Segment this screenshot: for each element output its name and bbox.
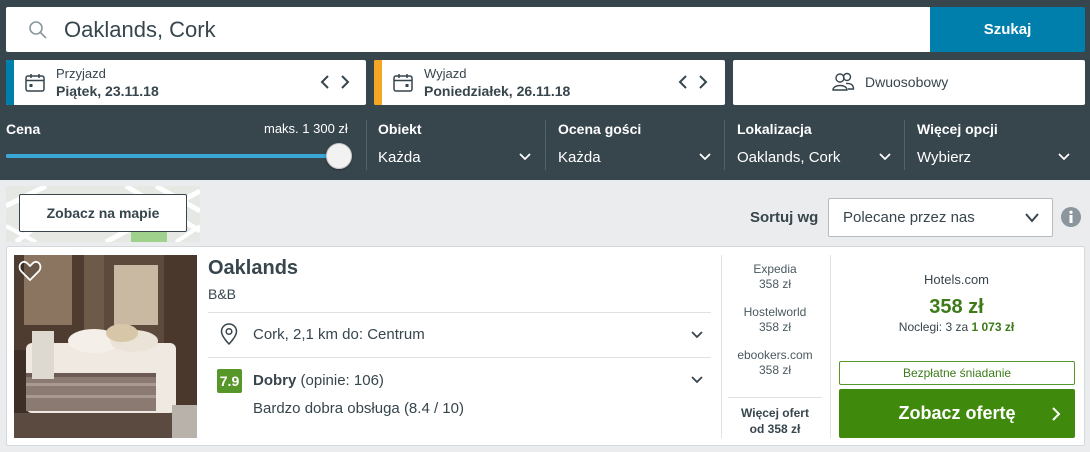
more-options-filter-value: Wybierz <box>917 149 972 166</box>
rating-word: Dobry <box>253 372 297 389</box>
checkin-accent-bar <box>6 60 14 105</box>
filter-divider <box>545 120 546 170</box>
more-offers-link[interactable]: Więcej ofert od 358 zł <box>724 405 826 437</box>
rating-score-badge: 7.9 <box>217 369 242 393</box>
price-max-label: maks. 1 300 zł <box>264 121 348 136</box>
deal-nights-total: 1 073 zł <box>971 320 1015 334</box>
deal-total-nights: Noclegi: 3 za 1 073 zł <box>838 320 1075 334</box>
partner-price: 358 zł <box>758 363 792 377</box>
search-value: Oaklands, Cork <box>64 17 216 42</box>
chevron-right-icon[interactable] <box>338 72 352 92</box>
location-filter-title: Lokalizacja <box>737 121 812 137</box>
chevron-right-icon <box>1052 407 1061 421</box>
property-filter[interactable]: Obiekt Każda <box>378 121 534 171</box>
more-options-filter-title: Więcej opcji <box>917 121 998 137</box>
chevron-down-icon[interactable] <box>690 375 704 385</box>
hotel-name[interactable]: Oaklands <box>208 257 298 280</box>
free-breakfast-badge: Bezpłatne śniadanie <box>839 361 1075 385</box>
calendar-icon <box>393 74 413 92</box>
checkout-value: Poniedziałek, 26.11.18 <box>424 83 571 99</box>
partner-offer[interactable]: Expedia 358 zł <box>724 262 826 291</box>
more-offers-label: Więcej ofert <box>741 406 809 420</box>
guest-rating-filter-value: Każda <box>558 149 601 166</box>
checkin-label: Przyjazd <box>56 66 106 81</box>
location-filter-value: Oaklands, Cork <box>737 149 841 166</box>
checkout-label: Wyjazd <box>424 66 467 81</box>
show-on-map-button[interactable]: Zobacz na mapie <box>19 194 187 232</box>
sort-select[interactable]: Polecane przez nas <box>828 198 1053 237</box>
chevron-down-icon <box>699 153 711 161</box>
partner-name: Expedia <box>753 262 797 276</box>
price-filter-title: Cena <box>6 121 41 137</box>
info-icon[interactable] <box>1060 206 1082 228</box>
location-pin-icon <box>220 323 238 345</box>
chevron-down-icon <box>519 153 531 161</box>
rating-highlight: Bardzo dobra obsługa (8.4 / 10) <box>253 400 464 417</box>
filter-divider <box>904 120 905 170</box>
column-divider <box>721 255 722 438</box>
price-slider-fill <box>6 154 336 158</box>
more-offers-price: od 358 zł <box>749 422 801 436</box>
guest-rating-filter[interactable]: Ocena gości Każda <box>558 121 714 171</box>
more-offers-divider <box>728 397 822 398</box>
rating-count: (opinie: 106) <box>300 372 384 389</box>
chevron-down-icon <box>1058 153 1070 161</box>
chevron-down-icon <box>1025 213 1039 223</box>
partner-offer[interactable]: ebookers.com 358 zł <box>724 348 826 377</box>
deal-site-name: Hotels.com <box>923 272 990 287</box>
chevron-left-icon[interactable] <box>676 72 690 92</box>
sort-select-value: Polecane przez nas <box>843 209 975 226</box>
location-filter[interactable]: Lokalizacja Oaklands, Cork <box>737 121 893 171</box>
partner-name: Hostelworld <box>743 305 807 319</box>
room-type-selector[interactable]: Dwuosobowy <box>733 60 1085 105</box>
checkin-date-field[interactable]: Przyjazd Piątek, 23.11.18 <box>6 60 366 105</box>
row-divider <box>208 312 711 313</box>
checkout-date-field[interactable]: Wyjazd Poniedziałek, 26.11.18 <box>374 60 725 105</box>
hotel-room-image <box>14 255 197 438</box>
column-divider <box>830 255 831 438</box>
rating-summary[interactable]: Dobry (opinie: 106) <box>253 372 384 389</box>
calendar-icon <box>25 74 45 92</box>
partner-price: 358 zł <box>758 320 792 334</box>
search-icon <box>29 21 47 39</box>
checkin-value: Piątek, 23.11.18 <box>56 83 159 99</box>
chevron-down-icon[interactable] <box>690 330 704 340</box>
more-options-filter[interactable]: Więcej opcji Wybierz <box>917 121 1077 171</box>
property-filter-title: Obiekt <box>378 121 422 137</box>
view-deal-label: Zobacz ofertę <box>898 403 1016 423</box>
hotel-location[interactable]: Cork, 2,1 km do: Centrum <box>253 326 425 343</box>
sort-label: Sortuj wg <box>750 209 819 226</box>
partner-name: ebookers.com <box>737 348 813 362</box>
search-input[interactable]: Oaklands, Cork <box>6 7 930 52</box>
room-type-value: Dwuosobowy <box>865 74 949 90</box>
search-button[interactable]: Szukaj <box>930 7 1085 52</box>
guest-rating-filter-title: Ocena gości <box>558 121 642 137</box>
filter-divider <box>724 120 725 170</box>
chevron-left-icon[interactable] <box>318 72 332 92</box>
view-deal-button[interactable]: Zobacz ofertę <box>839 389 1075 438</box>
chevron-down-icon <box>879 153 891 161</box>
guests-icon <box>832 72 855 91</box>
favorite-heart-icon[interactable] <box>18 260 42 282</box>
chevron-right-icon[interactable] <box>696 72 710 92</box>
deal-nights-prefix: Noclegi: 3 za <box>898 320 969 334</box>
price-slider-handle[interactable] <box>326 143 352 169</box>
checkout-accent-bar <box>374 60 382 105</box>
property-filter-value: Każda <box>378 149 421 166</box>
deal-price: 358 zł <box>929 296 984 318</box>
partner-offer[interactable]: Hostelworld 358 zł <box>724 305 826 334</box>
filter-divider <box>366 120 367 170</box>
partner-price: 358 zł <box>758 277 792 291</box>
hotel-type: B&B <box>208 286 237 302</box>
row-divider <box>208 357 711 358</box>
hotel-photo[interactable] <box>14 255 197 438</box>
